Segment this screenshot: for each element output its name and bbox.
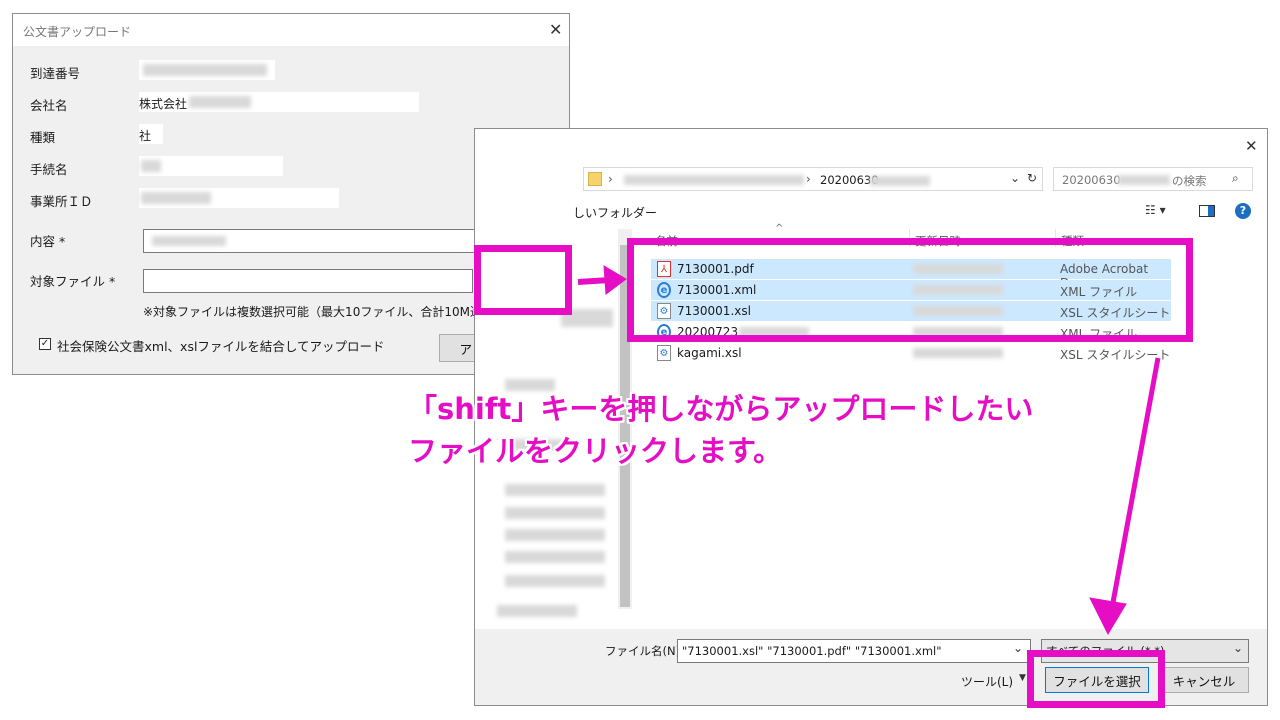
instruction-text-line-1: 「shift」キーを押しながらアップロードしたい bbox=[408, 392, 1034, 426]
instruction-text-line-2: ファイルをクリックします。 bbox=[408, 434, 783, 468]
annotation-arrows bbox=[577, 265, 1161, 636]
